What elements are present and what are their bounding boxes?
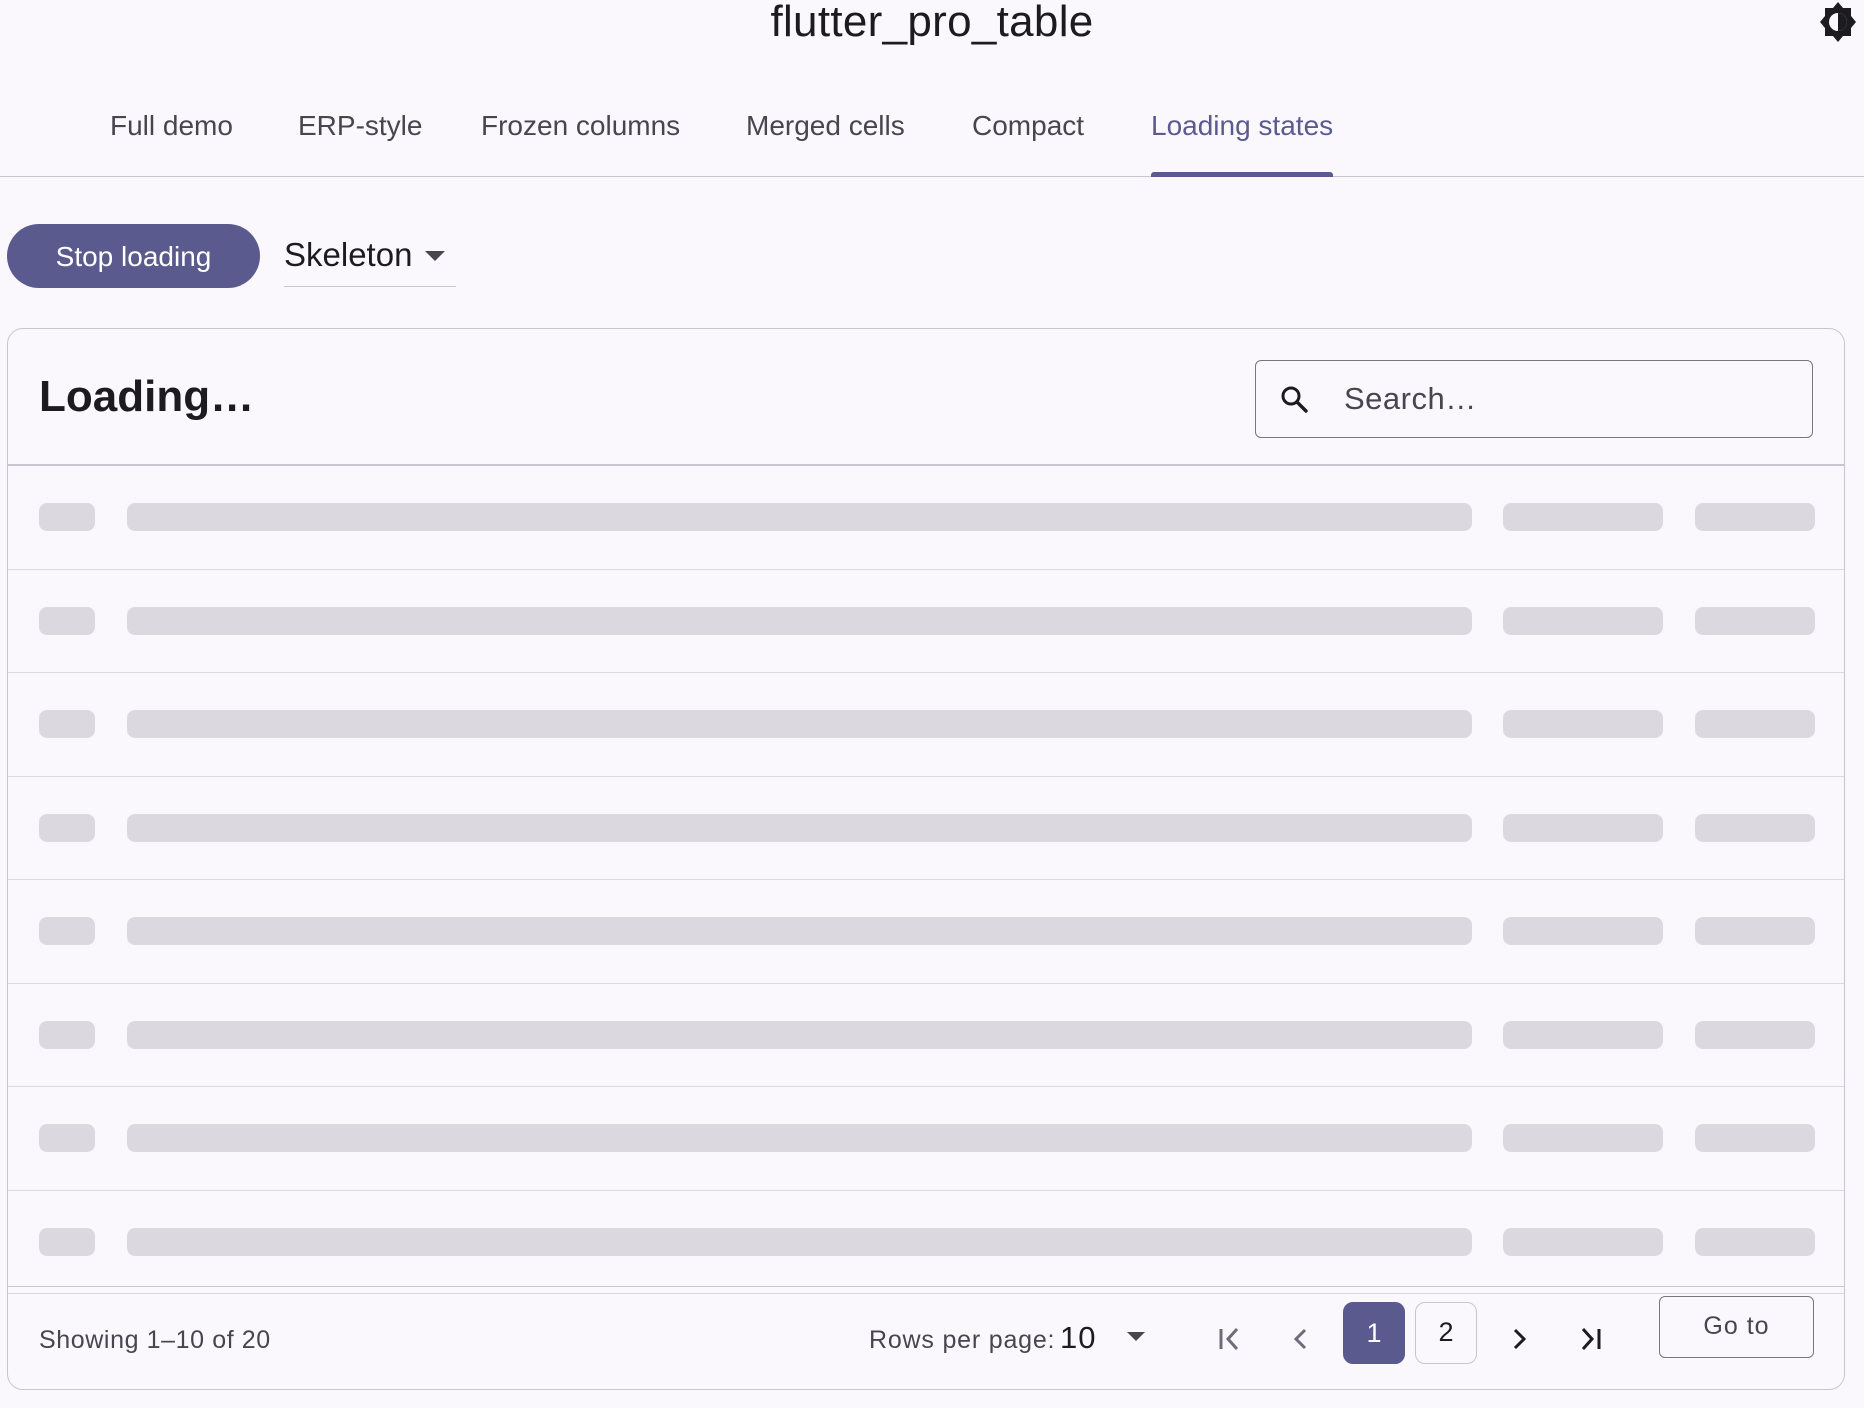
app-bar: flutter_pro_table bbox=[0, 0, 1864, 60]
chevron-left-icon bbox=[1293, 1328, 1307, 1350]
skeleton-row bbox=[8, 1087, 1844, 1191]
tab-label: Full demo bbox=[110, 110, 233, 141]
skeleton-row bbox=[8, 777, 1844, 880]
skeleton-cell-placeholder bbox=[39, 1124, 95, 1152]
skeleton-cell-placeholder bbox=[127, 606, 1472, 635]
brightness-contrast-icon bbox=[1820, 2, 1856, 42]
active-tab-indicator bbox=[1151, 172, 1334, 177]
skeleton-cell-placeholder bbox=[1695, 710, 1815, 738]
previous-page-button[interactable] bbox=[1281, 1317, 1321, 1361]
loading-mode-dropdown[interactable]: Skeleton bbox=[284, 232, 456, 287]
skeleton-cell-placeholder bbox=[39, 503, 95, 531]
tab-label: Compact bbox=[972, 110, 1085, 141]
skeleton-cell-placeholder bbox=[127, 1124, 1472, 1152]
skeleton-cell-placeholder bbox=[127, 1227, 1472, 1256]
loading-mode-selected: Skeleton bbox=[284, 236, 413, 273]
skeleton-cell-placeholder bbox=[1695, 606, 1815, 635]
skeleton-cell-placeholder bbox=[1503, 710, 1663, 738]
tab-full-demo[interactable]: Full demo bbox=[110, 100, 233, 176]
skeleton-cell-placeholder bbox=[1695, 1124, 1815, 1152]
chevron-right-icon bbox=[1513, 1328, 1527, 1350]
last-page-icon bbox=[1581, 1327, 1601, 1351]
first-page-icon bbox=[1219, 1327, 1239, 1351]
table-title: Loading… bbox=[39, 372, 255, 421]
showing-range: Showing 1–10 of 20 bbox=[39, 1326, 271, 1354]
last-page-button[interactable] bbox=[1571, 1317, 1611, 1361]
search-input[interactable]: Search… bbox=[1255, 360, 1813, 438]
first-page-button[interactable] bbox=[1209, 1317, 1249, 1361]
skeleton-cell-placeholder bbox=[1503, 917, 1663, 945]
tab-label: ERP-style bbox=[298, 110, 423, 141]
skeleton-cell-placeholder bbox=[127, 1020, 1472, 1049]
next-page-button[interactable] bbox=[1499, 1317, 1539, 1361]
skeleton-cell-placeholder bbox=[1503, 813, 1663, 842]
skeleton-row bbox=[8, 466, 1844, 570]
skeleton-cell-placeholder bbox=[1695, 503, 1815, 531]
skeleton-cell-placeholder bbox=[1503, 606, 1663, 635]
skeleton-cell-placeholder bbox=[39, 710, 95, 738]
skeleton-row bbox=[8, 880, 1844, 984]
go-to-page-button[interactable]: Go to bbox=[1659, 1296, 1814, 1358]
tab-frozen-columns[interactable]: Frozen columns bbox=[481, 100, 680, 176]
tab-erp-style[interactable]: ERP-style bbox=[298, 100, 422, 176]
skeleton-row bbox=[8, 673, 1844, 777]
skeleton-cell-placeholder bbox=[1695, 1020, 1815, 1049]
page-button-1[interactable]: 1 bbox=[1343, 1302, 1405, 1364]
skeleton-row bbox=[8, 984, 1844, 1087]
skeleton-cell-placeholder bbox=[1695, 917, 1815, 945]
caret-down-icon[interactable] bbox=[1126, 1331, 1146, 1342]
tab-loading-states[interactable]: Loading states bbox=[1151, 100, 1334, 177]
skeleton-row bbox=[8, 570, 1844, 673]
skeleton-cell-placeholder bbox=[39, 1020, 95, 1049]
skeleton-cell-placeholder bbox=[1695, 813, 1815, 842]
rows-per-page-label: Rows per page: bbox=[869, 1326, 1056, 1354]
table-footer: Showing 1–10 of 20 Rows per page: 10 1 2 bbox=[8, 1286, 1844, 1389]
skeleton-cell-placeholder bbox=[1695, 1227, 1815, 1256]
caret-down-icon bbox=[425, 251, 445, 261]
skeleton-cell-placeholder bbox=[127, 503, 1472, 531]
skeleton-cell-placeholder bbox=[127, 917, 1472, 945]
skeleton-cell-placeholder bbox=[1503, 503, 1663, 531]
skeleton-rows bbox=[8, 466, 1844, 1294]
skeleton-cell-placeholder bbox=[127, 710, 1472, 738]
search-placeholder: Search… bbox=[1344, 381, 1477, 416]
page-button-2[interactable]: 2 bbox=[1415, 1302, 1477, 1364]
rows-per-page-select[interactable]: 10 bbox=[1060, 1319, 1096, 1357]
theme-toggle-button[interactable] bbox=[1816, 0, 1860, 48]
skeleton-cell-placeholder bbox=[1503, 1124, 1663, 1152]
skeleton-cell-placeholder bbox=[39, 813, 95, 842]
skeleton-row bbox=[8, 1191, 1844, 1294]
stop-loading-button[interactable]: Stop loading bbox=[7, 224, 260, 288]
skeleton-cell-placeholder bbox=[39, 917, 95, 945]
tab-label: Loading states bbox=[1151, 110, 1334, 141]
tab-bar: Full demo ERP-style Frozen columns Merge… bbox=[0, 100, 1864, 177]
search-icon bbox=[1281, 386, 1308, 413]
tab-label: Merged cells bbox=[746, 110, 905, 141]
skeleton-cell-placeholder bbox=[39, 606, 95, 635]
skeleton-cell-placeholder bbox=[127, 813, 1472, 842]
tab-merged-cells[interactable]: Merged cells bbox=[746, 100, 905, 176]
skeleton-cell-placeholder bbox=[1503, 1227, 1663, 1256]
skeleton-cell-placeholder bbox=[1503, 1020, 1663, 1049]
tab-compact[interactable]: Compact bbox=[972, 100, 1084, 176]
tab-label: Frozen columns bbox=[481, 110, 681, 141]
skeleton-cell-placeholder bbox=[39, 1227, 95, 1256]
table-card: Loading… Search… Showing 1–10 of 20 Rows… bbox=[7, 328, 1845, 1390]
app-title: flutter_pro_table bbox=[770, 0, 1094, 46]
